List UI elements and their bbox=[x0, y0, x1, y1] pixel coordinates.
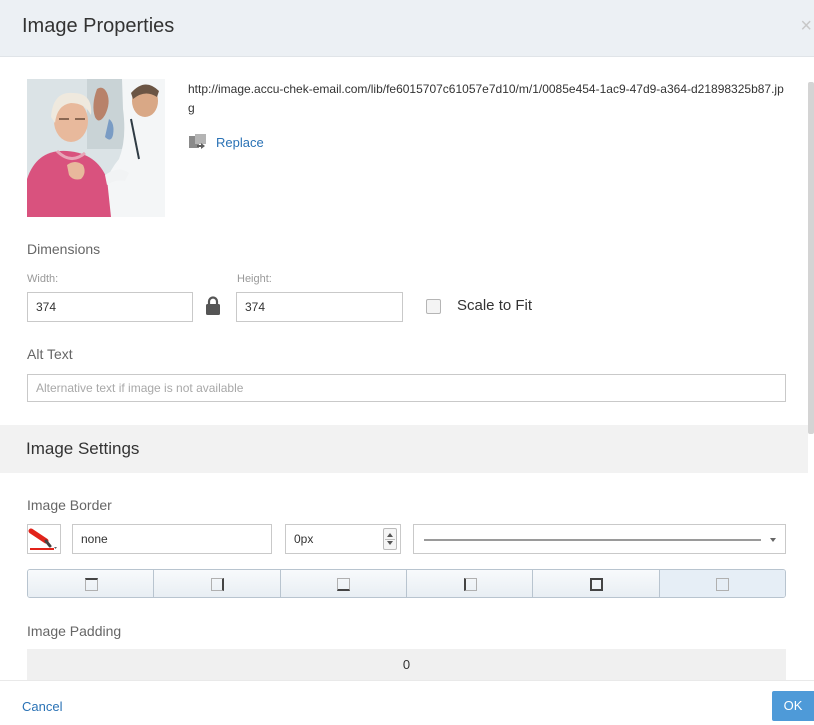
border-side-all[interactable] bbox=[532, 570, 659, 597]
border-right-icon bbox=[210, 577, 224, 591]
image-settings-section: Image Settings bbox=[0, 425, 808, 473]
border-left-icon bbox=[463, 577, 477, 591]
line-style-preview bbox=[424, 539, 761, 541]
border-side-top[interactable] bbox=[28, 570, 154, 597]
border-width-stepper[interactable] bbox=[383, 528, 397, 550]
image-padding-input[interactable]: 0 bbox=[27, 649, 786, 680]
image-settings-heading: Image Settings bbox=[26, 439, 140, 458]
border-side-left[interactable] bbox=[405, 570, 533, 597]
ok-button[interactable]: OK bbox=[772, 691, 814, 721]
replace-label: Replace bbox=[216, 134, 264, 150]
image-padding-heading: Image Padding bbox=[27, 623, 122, 639]
dialog-header: Image Properties × bbox=[0, 0, 814, 57]
width-label: Width: bbox=[27, 273, 59, 285]
scrollbar-thumb[interactable] bbox=[808, 82, 814, 434]
border-side-bottom[interactable] bbox=[279, 570, 406, 597]
border-sides-toggle bbox=[27, 569, 786, 598]
replace-image-icon bbox=[189, 134, 206, 149]
lock-icon[interactable] bbox=[205, 296, 221, 316]
dimensions-heading: Dimensions bbox=[27, 241, 101, 257]
chevron-down-icon bbox=[770, 538, 776, 542]
replace-button[interactable]: Replace bbox=[188, 132, 264, 152]
border-side-none[interactable] bbox=[658, 570, 785, 597]
border-all-icon bbox=[589, 577, 603, 591]
cancel-button[interactable]: Cancel bbox=[22, 699, 62, 714]
pen-color-icon bbox=[28, 528, 57, 550]
height-label: Height: bbox=[237, 273, 272, 285]
image-url: http://image.accu-chek-email.com/lib/fe6… bbox=[188, 82, 784, 115]
image-border-heading: Image Border bbox=[27, 497, 112, 513]
scale-to-fit-checkbox[interactable] bbox=[426, 299, 441, 314]
border-bottom-icon bbox=[337, 577, 351, 591]
border-line-style-select[interactable] bbox=[413, 524, 786, 554]
scale-to-fit-label: Scale to Fit bbox=[457, 297, 533, 314]
border-side-right[interactable] bbox=[153, 570, 280, 597]
image-padding-value: 0 bbox=[402, 657, 411, 672]
image-thumbnail bbox=[27, 79, 165, 217]
border-style-input[interactable]: none bbox=[72, 524, 272, 554]
border-top-icon bbox=[84, 577, 98, 591]
dialog-title: Image Properties bbox=[22, 15, 175, 37]
close-icon[interactable]: × bbox=[800, 15, 812, 38]
alt-text-heading: Alt Text bbox=[27, 346, 73, 362]
height-input[interactable]: 374 bbox=[236, 292, 403, 322]
image-preview-graphic bbox=[27, 79, 165, 217]
border-color-picker[interactable] bbox=[27, 524, 61, 554]
border-none-icon bbox=[716, 577, 730, 591]
alt-text-input[interactable]: Alternative text if image is not availab… bbox=[27, 374, 786, 402]
width-input[interactable]: 374 bbox=[27, 292, 193, 322]
dialog-footer: Cancel OK bbox=[0, 680, 814, 725]
